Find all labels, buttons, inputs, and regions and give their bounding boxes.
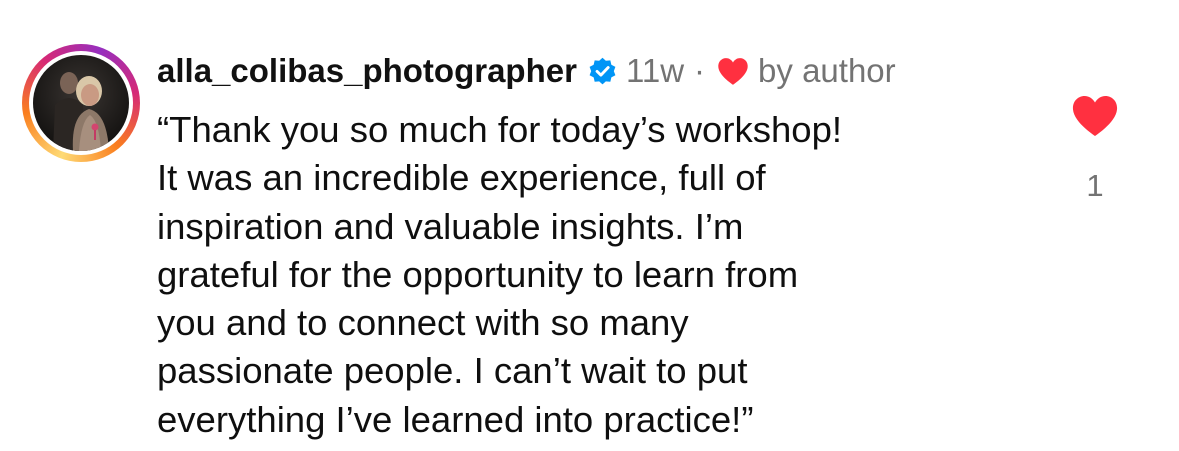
like-count[interactable]: 1: [1080, 168, 1110, 204]
comment-text-line: inspiration and valuable insights. I’m: [157, 205, 744, 247]
liked-by-author-heart-icon: [717, 57, 749, 86]
meta-separator: ·: [694, 52, 706, 89]
comment-text-line: It was an incredible experience, full of: [157, 157, 766, 199]
comment-header: alla_colibas_photographer 11w · by autho…: [157, 48, 896, 94]
comment-text-line: you and to connect with so many: [157, 302, 689, 344]
comment-text-line: passionate people. I can’t wait to put: [157, 350, 748, 392]
avatar-story-ring-gap: [29, 51, 133, 155]
avatar[interactable]: [22, 44, 140, 162]
comment-text-line: “Thank you so much for today’s workshop!: [157, 109, 843, 150]
liked-by-author-label: by author: [758, 52, 896, 89]
comment-time: 11w: [625, 52, 685, 89]
comment-text: “Thank you so much for today’s workshop!…: [157, 106, 1037, 444]
like-heart-icon[interactable]: [1071, 95, 1119, 137]
verified-badge-icon: [588, 57, 617, 86]
avatar-photo: [33, 55, 129, 151]
comment-item: alla_colibas_photographer 11w · by autho…: [0, 0, 1179, 451]
comment-text-line: everything I’ve learned into practice!”: [157, 398, 754, 440]
username-link[interactable]: alla_colibas_photographer: [157, 52, 577, 90]
comment-text-line: grateful for the opportunity to learn fr…: [157, 253, 799, 295]
avatar-image: [33, 55, 129, 151]
